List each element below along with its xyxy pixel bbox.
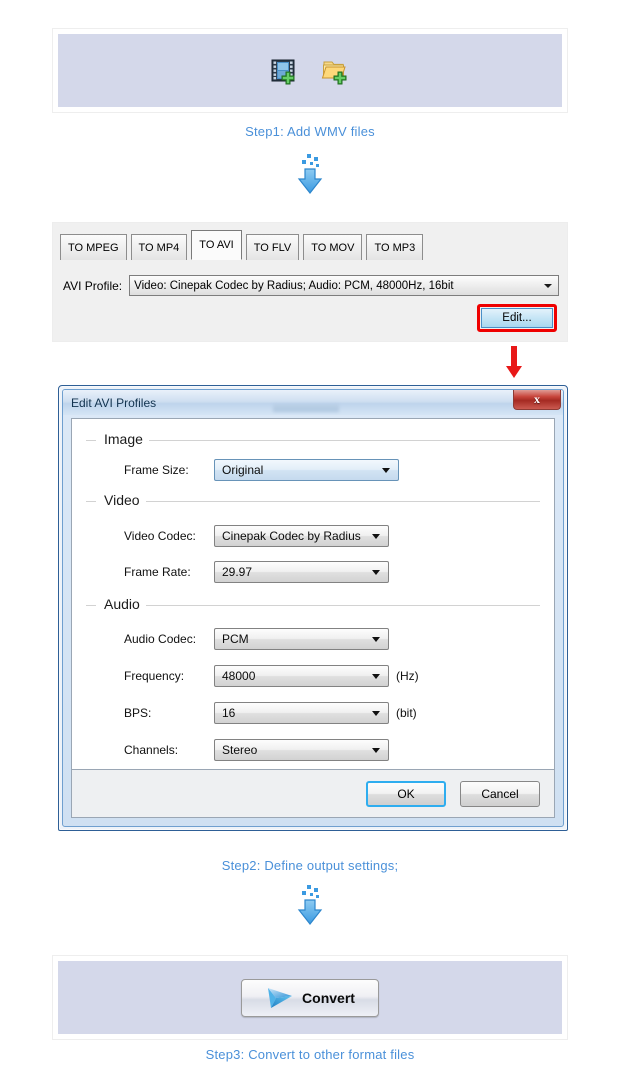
- chevron-down-icon: [382, 468, 390, 473]
- audio-codec-label: Audio Codec:: [124, 632, 197, 646]
- tab-label: TO MP4: [138, 241, 180, 254]
- tab-label: TO AVI: [199, 239, 234, 251]
- field-frequency: Frequency: 48000 (Hz): [86, 664, 540, 688]
- field-channels: Channels: Stereo: [86, 738, 540, 762]
- group-video: Video: [86, 492, 540, 510]
- dialog-footer: OK Cancel: [71, 770, 555, 818]
- edit-button-label: Edit...: [502, 312, 532, 324]
- red-down-arrow-icon: [503, 346, 525, 385]
- frame-rate-value: 29.97: [222, 565, 253, 579]
- frequency-label: Frequency:: [124, 669, 185, 683]
- channels-select[interactable]: Stereo: [214, 739, 389, 761]
- group-divider: [86, 440, 540, 441]
- add-folder-icon[interactable]: [321, 56, 351, 86]
- avi-profile-row: AVI Profile: Video: Cinepak Codec by Rad…: [63, 275, 559, 296]
- format-tabs: TO MPEG TO MP4 TO AVI TO FLV TO MOV TO M…: [60, 230, 567, 260]
- chevron-down-icon: [372, 674, 380, 679]
- bps-label: BPS:: [124, 706, 152, 720]
- frame-size-label: Frame Size:: [124, 463, 189, 477]
- tab-to-mp4[interactable]: TO MP4: [130, 234, 188, 260]
- play-arrow-icon: [265, 986, 295, 1010]
- tab-label: TO MOV: [311, 241, 355, 254]
- tab-to-mpeg[interactable]: TO MPEG: [60, 234, 127, 260]
- blue-down-arrow-icon: [294, 884, 326, 931]
- avi-profile-label: AVI Profile:: [63, 278, 123, 293]
- tab-to-mp3[interactable]: TO MP3: [366, 234, 424, 260]
- audio-codec-select[interactable]: PCM: [214, 628, 389, 650]
- edit-button[interactable]: Edit...: [481, 308, 553, 328]
- add-video-file-icon[interactable]: [269, 56, 299, 86]
- audio-codec-value: PCM: [222, 632, 249, 646]
- frame-rate-select[interactable]: 29.97: [214, 561, 389, 583]
- frequency-unit: (Hz): [396, 669, 419, 683]
- output-settings-panel: TO MPEG TO MP4 TO AVI TO FLV TO MOV TO M…: [52, 222, 568, 342]
- bps-select[interactable]: 16: [214, 702, 389, 724]
- cancel-button-label: Cancel: [481, 786, 519, 801]
- cancel-button[interactable]: Cancel: [460, 780, 540, 807]
- tutorial-page: Step1: Add WMV files TO MPEG TO MP4 TO A…: [0, 0, 620, 1080]
- bps-unit: (bit): [396, 706, 417, 720]
- step2-caption: Step2: Define output settings;: [221, 858, 399, 873]
- convert-button[interactable]: Convert: [241, 978, 379, 1017]
- group-divider: [86, 501, 540, 502]
- group-divider: [86, 605, 540, 606]
- video-codec-select[interactable]: Cinepak Codec by Radius: [214, 525, 389, 547]
- group-audio-title: Audio: [96, 596, 146, 612]
- frame-size-select[interactable]: Original: [214, 459, 399, 481]
- field-video-codec: Video Codec: Cinepak Codec by Radius: [86, 524, 540, 548]
- close-glyph: x: [534, 392, 540, 406]
- field-bps: BPS: 16 (bit): [86, 701, 540, 725]
- ok-button[interactable]: OK: [366, 780, 446, 807]
- chevron-down-icon: [372, 534, 380, 539]
- dialog-titlebar[interactable]: Edit AVI Profiles x: [63, 390, 563, 415]
- video-codec-value: Cinepak Codec by Radius: [222, 529, 361, 543]
- avi-profile-select[interactable]: Video: Cinepak Codec by Radius; Audio: P…: [129, 275, 559, 296]
- step1-caption: Step1: Add WMV files: [245, 124, 375, 139]
- bps-value: 16: [222, 706, 236, 720]
- dialog-frame: Edit AVI Profiles x Image Frame Size: Or…: [62, 389, 564, 827]
- titlebar-gloss: [273, 404, 339, 412]
- add-files-band: [58, 34, 562, 107]
- frame-size-value: Original: [222, 463, 264, 477]
- dialog-body: Image Frame Size: Original Video Video C…: [71, 418, 555, 818]
- convert-panel: Convert: [52, 955, 568, 1040]
- tab-label: TO FLV: [253, 241, 292, 254]
- group-video-title: Video: [96, 492, 146, 508]
- field-frame-size: Frame Size: Original: [86, 458, 540, 482]
- tab-to-flv[interactable]: TO FLV: [245, 234, 300, 260]
- frame-rate-label: Frame Rate:: [124, 565, 191, 579]
- group-audio: Audio: [86, 596, 540, 614]
- chevron-down-icon: [372, 711, 380, 716]
- frequency-value: 48000: [222, 669, 256, 683]
- field-audio-codec: Audio Codec: PCM: [86, 627, 540, 651]
- frequency-select[interactable]: 48000: [214, 665, 389, 687]
- tab-to-mov[interactable]: TO MOV: [303, 234, 363, 260]
- video-codec-label: Video Codec:: [124, 529, 196, 543]
- edit-button-highlight: Edit...: [477, 304, 557, 332]
- chevron-down-icon: [544, 283, 552, 288]
- tab-label: TO MPEG: [68, 241, 119, 254]
- convert-band: Convert: [58, 961, 562, 1034]
- add-files-panel: [52, 28, 568, 113]
- tab-to-avi[interactable]: TO AVI: [191, 230, 242, 260]
- dialog-title: Edit AVI Profiles: [71, 395, 157, 410]
- step3-caption: Step3: Convert to other format files: [205, 1047, 415, 1062]
- chevron-down-icon: [372, 748, 380, 753]
- dialog-content: Image Frame Size: Original Video Video C…: [71, 418, 555, 770]
- convert-button-label: Convert: [302, 989, 355, 1006]
- group-image: Image: [86, 431, 540, 449]
- edit-avi-profiles-dialog: Edit AVI Profiles x Image Frame Size: Or…: [58, 385, 568, 831]
- chevron-down-icon: [372, 570, 380, 575]
- channels-value: Stereo: [222, 743, 258, 757]
- chevron-down-icon: [372, 637, 380, 642]
- group-image-title: Image: [96, 431, 149, 447]
- field-frame-rate: Frame Rate: 29.97: [86, 560, 540, 584]
- blue-down-arrow-icon: [294, 153, 326, 200]
- close-icon[interactable]: x: [513, 390, 561, 410]
- ok-button-label: OK: [397, 786, 415, 801]
- tab-label: TO MP3: [374, 241, 416, 254]
- channels-label: Channels:: [124, 743, 179, 757]
- avi-profile-value: Video: Cinepak Codec by Radius; Audio: P…: [134, 279, 454, 292]
